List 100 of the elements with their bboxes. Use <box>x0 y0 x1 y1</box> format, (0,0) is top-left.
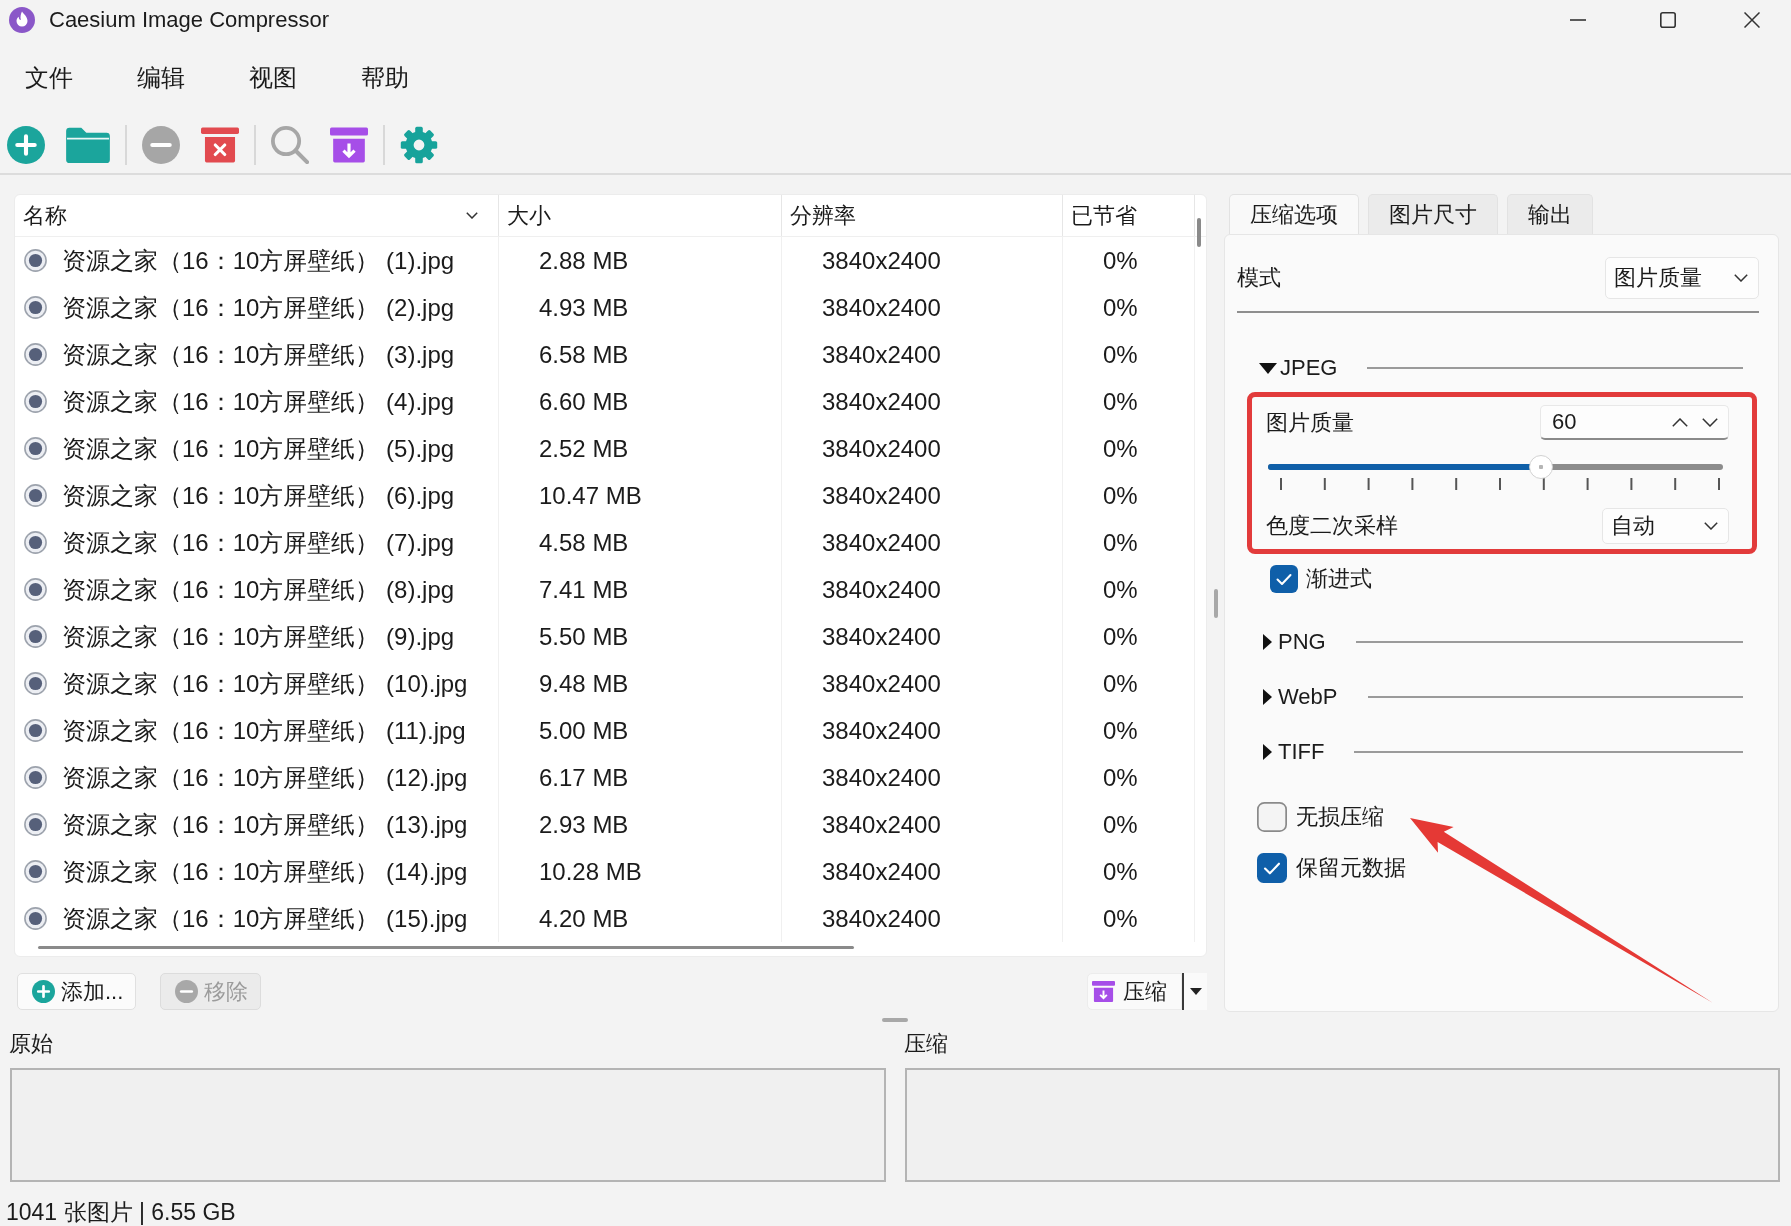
splitter-handle[interactable] <box>1213 588 1218 618</box>
chevron-down-icon <box>1734 274 1748 282</box>
caret-down-icon <box>1189 988 1202 995</box>
add-button[interactable]: 添加... <box>17 973 137 1010</box>
splitter-handle[interactable] <box>882 1018 908 1022</box>
file-name: 资源之家（16：10方屏壁纸） (14).jpg <box>62 856 468 887</box>
field-label: 模式 <box>1237 264 1281 292</box>
status-dot-icon <box>24 672 47 695</box>
chevron-down-icon <box>466 212 478 219</box>
triangle-down-icon <box>1259 362 1277 374</box>
file-size: 4.58 MB <box>539 528 629 557</box>
column-header[interactable]: 名称 <box>15 195 499 236</box>
slider-thumb[interactable] <box>1529 455 1553 479</box>
file-size: 2.52 MB <box>539 434 629 463</box>
status-dot-icon <box>24 860 47 883</box>
scale-marks-icon <box>1280 478 1720 490</box>
saved-percentage: 0% <box>1103 293 1138 322</box>
status-dot-icon <box>24 484 47 507</box>
status-dot-icon <box>24 343 47 366</box>
status-dot-icon <box>24 531 47 554</box>
menu-item[interactable]: 编辑 <box>127 56 195 100</box>
image-resolution: 3840x2400 <box>822 904 941 933</box>
checkbox[interactable] <box>1257 853 1287 883</box>
saved-percentage: 0% <box>1103 904 1138 933</box>
mode-dropdown[interactable]: 图片质量 <box>1605 257 1759 299</box>
chevron-up-icon[interactable] <box>1672 417 1688 427</box>
status-dot-icon <box>24 907 47 930</box>
section-toggle[interactable]: JPEG <box>1259 353 1338 383</box>
saved-percentage: 0% <box>1103 481 1138 510</box>
checkbox-label: 渐进式 <box>1306 565 1372 593</box>
file-size: 7.41 MB <box>539 575 629 604</box>
section-toggle[interactable]: WebP <box>1259 682 1338 712</box>
file-name: 资源之家（16：10方屏壁纸） (10).jpg <box>62 668 468 699</box>
file-size: 2.88 MB <box>539 246 629 275</box>
column-header[interactable]: 已节省 <box>1063 195 1195 236</box>
status-dot-icon <box>24 296 47 319</box>
section-toggle[interactable]: PNG <box>1259 627 1326 657</box>
image-resolution: 3840x2400 <box>822 246 941 275</box>
menu-item[interactable]: 文件 <box>15 56 83 100</box>
image-resolution: 3840x2400 <box>822 293 941 322</box>
file-name: 资源之家（16：10方屏壁纸） (13).jpg <box>62 809 468 840</box>
file-size: 4.93 MB <box>539 293 629 322</box>
tab[interactable]: 压缩选项 <box>1229 194 1359 234</box>
section-toggle[interactable]: TIFF <box>1259 737 1325 767</box>
image-resolution: 3840x2400 <box>822 387 941 416</box>
checkbox-label: 保留元数据 <box>1296 854 1406 882</box>
file-name: 资源之家（16：10方屏壁纸） (3).jpg <box>62 339 455 370</box>
chroma-dropdown[interactable]: 自动 <box>1602 508 1729 544</box>
file-size: 2.93 MB <box>539 810 629 839</box>
scrollbar-thumb[interactable] <box>38 946 854 949</box>
file-size: 6.60 MB <box>539 387 629 416</box>
status-dot-icon <box>24 578 47 601</box>
trash-icon[interactable] <box>201 125 239 164</box>
preview-label: 原始 <box>9 1031 53 1057</box>
quality-spinbox[interactable]: 60 <box>1540 405 1729 440</box>
menu-item[interactable]: 视图 <box>239 56 307 100</box>
settings-icon[interactable] <box>400 125 438 164</box>
checkbox[interactable] <box>1270 565 1298 593</box>
saved-percentage: 0% <box>1103 857 1138 886</box>
triangle-right-icon <box>1263 744 1272 760</box>
saved-percentage: 0% <box>1103 622 1138 651</box>
tab[interactable]: 输出 <box>1507 194 1593 234</box>
column-header[interactable]: 大小 <box>499 195 782 236</box>
status-dot-icon <box>24 625 47 648</box>
archive-icon[interactable] <box>330 125 368 164</box>
status-dot-icon <box>24 437 47 460</box>
image-resolution: 3840x2400 <box>822 481 941 510</box>
image-resolution: 3840x2400 <box>822 763 941 792</box>
saved-percentage: 0% <box>1103 340 1138 369</box>
status-dot-icon <box>24 249 47 272</box>
column-header[interactable]: 分辨率 <box>782 195 1063 236</box>
menu-item[interactable]: 帮助 <box>351 56 419 100</box>
file-size: 9.48 MB <box>539 669 629 698</box>
flame-logo-icon <box>9 7 35 33</box>
plus-circle-icon[interactable] <box>7 125 45 164</box>
tab[interactable]: 图片尺寸 <box>1368 194 1498 234</box>
saved-percentage: 0% <box>1103 575 1138 604</box>
file-name: 资源之家（16：10方屏壁纸） (1).jpg <box>62 245 455 276</box>
saved-percentage: 0% <box>1103 810 1138 839</box>
folder-icon[interactable] <box>66 126 110 163</box>
status-dot-icon <box>24 766 47 789</box>
dropdown-button[interactable] <box>1182 973 1207 1010</box>
image-resolution: 3840x2400 <box>822 810 941 839</box>
field-label: 色度二次采样 <box>1266 512 1398 540</box>
saved-percentage: 0% <box>1103 716 1138 745</box>
checkbox-label: 无损压缩 <box>1296 803 1384 831</box>
image-resolution: 3840x2400 <box>822 434 941 463</box>
checkbox[interactable] <box>1257 802 1287 832</box>
saved-percentage: 0% <box>1103 246 1138 275</box>
file-size: 5.00 MB <box>539 716 629 745</box>
chevron-down-icon[interactable] <box>1702 417 1718 427</box>
saved-percentage: 0% <box>1103 387 1138 416</box>
file-name: 资源之家（16：10方屏壁纸） (6).jpg <box>62 480 455 511</box>
preview-label: 压缩 <box>904 1031 948 1057</box>
chevron-down-icon <box>1704 522 1718 530</box>
status-text: 1041 张图片 | 6.55 GB <box>6 1199 236 1225</box>
compress-button[interactable]: 压缩 <box>1087 973 1182 1010</box>
scrollbar-thumb[interactable] <box>1197 218 1201 247</box>
maximize-icon <box>1660 12 1676 28</box>
image-resolution: 3840x2400 <box>822 340 941 369</box>
